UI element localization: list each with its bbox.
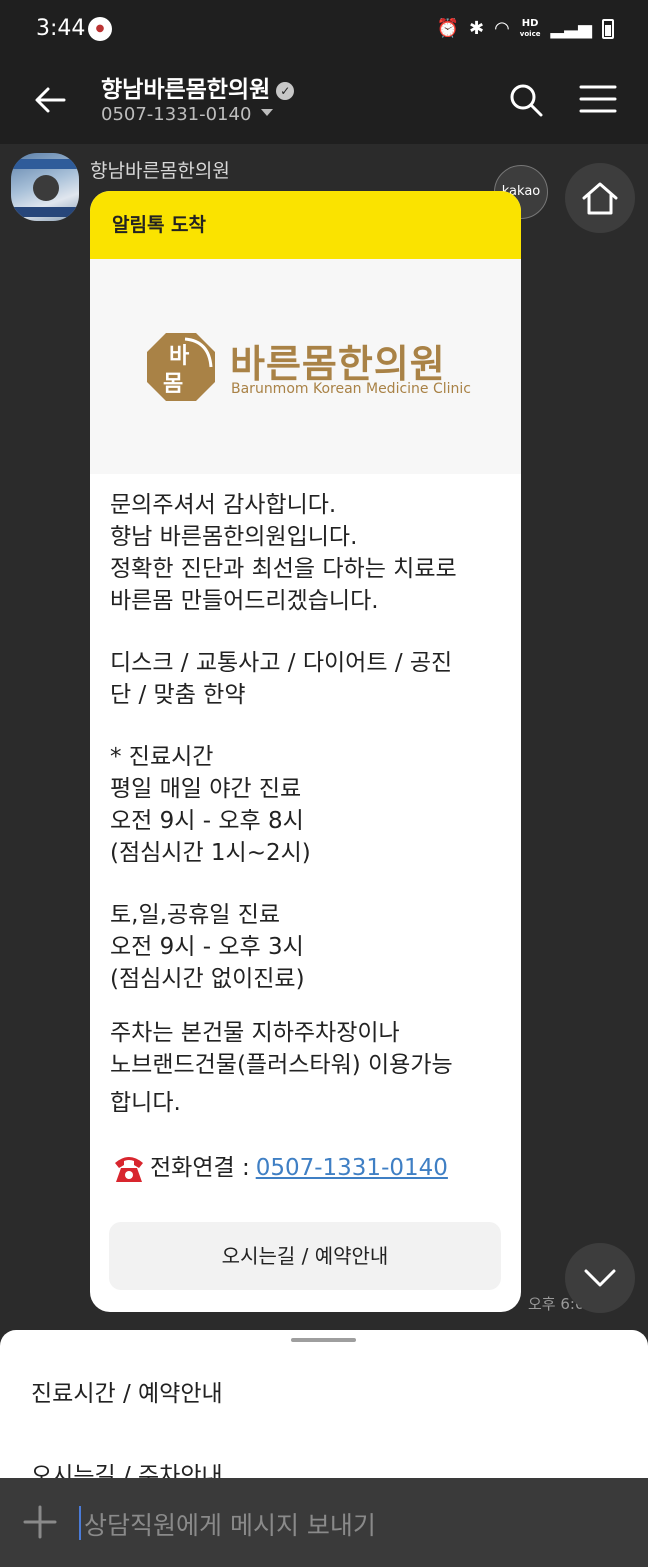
- message-line: 향남 바른몸한의원입니다.: [110, 524, 358, 550]
- alarm-icon: ⏰: [436, 18, 459, 39]
- phone-label: 전화연결 :: [150, 1155, 250, 1181]
- message-line: (점심시간 없이진료): [110, 966, 305, 992]
- phone-link-row: 전화연결 : 0507-1331-0140: [110, 1149, 505, 1187]
- directions-reservation-button[interactable]: 오시는길 / 예약안내: [109, 1222, 501, 1290]
- clinic-logo-icon: 바 몸: [147, 333, 215, 401]
- message-line: 합니다.: [110, 1090, 181, 1116]
- message-line: 노브랜드건물(플러스타워) 이용가능: [110, 1052, 453, 1078]
- svg-text:몸: 몸: [163, 372, 183, 397]
- back-arrow-icon[interactable]: [30, 80, 70, 120]
- chevron-down-icon: [584, 1269, 616, 1287]
- message-input-bar: 상담직원에게 메시지 보내기: [0, 1478, 648, 1567]
- message-line: (점심시간 1시~2시): [110, 840, 311, 866]
- card-message-body: 문의주셔서 감사합니다. 향남 바른몸한의원입니다. 정확한 진단과 최선을 다…: [110, 489, 505, 1187]
- status-icons: ⏰ ✱ ◠ HD voice ▂▃▅: [437, 18, 614, 39]
- message-line: 디스크 / 교통사고 / 다이어트 / 공진: [110, 650, 453, 676]
- chat-screen: 3:44 ● ⏰ ✱ ◠ HD voice ▂▃▅ 향남바른몸한의원 ✓ 0507-…: [0, 0, 648, 1567]
- message-line: 정확한 진단과 최선을 다하는 치료로: [110, 556, 457, 582]
- hamburger-menu-icon[interactable]: [579, 84, 617, 114]
- signal-icon: ▂▃▅: [550, 18, 592, 39]
- card-header: 알림톡 도착: [90, 191, 521, 259]
- message-line: 주차는 본건물 지하주차장이나: [110, 1020, 400, 1046]
- scroll-down-button[interactable]: [565, 1243, 635, 1313]
- sheet-drag-handle[interactable]: [291, 1338, 356, 1342]
- phone-number-link[interactable]: 0507-1331-0140: [256, 1152, 448, 1184]
- clinic-logo-banner: 바 몸 바른몸한의원 Barunmom Korean Medicine Clin…: [90, 259, 521, 474]
- chevron-down-icon: [261, 109, 274, 116]
- wifi-icon: ◠: [494, 18, 510, 39]
- chat-title: 향남바른몸한의원 ✓: [101, 70, 295, 104]
- battery-icon: [602, 18, 614, 39]
- chat-menu-sheet: 진료시간 / 예약안내 오시는길 / 주차안내: [0, 1330, 648, 1490]
- header-phone-dropdown[interactable]: 0507-1331-0140: [101, 104, 274, 125]
- text-cursor: [79, 1506, 81, 1540]
- message-line: * 진료시간: [110, 744, 214, 770]
- hd-voice-icon: HD voice: [519, 17, 541, 38]
- plus-icon[interactable]: [23, 1505, 57, 1539]
- verified-icon: ✓: [276, 82, 295, 100]
- status-bar: 3:44 ● ⏰ ✱ ◠ HD voice ▂▃▅: [0, 0, 648, 58]
- app-notification-icon: ●: [88, 17, 112, 41]
- menu-item-hours-reservation[interactable]: 진료시간 / 예약안내: [31, 1374, 223, 1408]
- svg-text:바: 바: [169, 344, 190, 369]
- search-icon[interactable]: [508, 82, 544, 118]
- message-line: 평일 매일 야간 진료: [110, 776, 302, 802]
- telephone-icon: [115, 1157, 143, 1182]
- message-line: 토,일,공휴일 진료: [110, 902, 281, 928]
- status-time: 3:44: [36, 16, 86, 41]
- message-line: 단 / 맞춤 한약: [110, 682, 246, 708]
- logo-subtitle: Barunmom Korean Medicine Clinic: [231, 381, 471, 397]
- bluetooth-icon: ✱: [468, 18, 485, 39]
- avatar[interactable]: [11, 153, 79, 221]
- message-line: 오전 9시 - 오후 3시: [110, 934, 304, 960]
- home-button[interactable]: [565, 163, 635, 233]
- message-line: 오전 9시 - 오후 8시: [110, 808, 304, 834]
- home-icon: [582, 182, 618, 215]
- logo-title: 바른몸한의원: [230, 342, 446, 386]
- alimtalk-message-card: 알림톡 도착 바 몸 바른몸한의원 Barunmom Korean Medici…: [90, 191, 521, 1312]
- chat-header: 향남바른몸한의원 ✓ 0507-1331-0140: [0, 58, 648, 144]
- message-input[interactable]: 상담직원에게 메시지 보내기: [84, 1506, 376, 1542]
- message-line: 문의주셔서 감사합니다.: [110, 492, 337, 518]
- sender-name: 향남바른몸한의원: [90, 160, 230, 182]
- message-line: 바른몸 만들어드리겠습니다.: [110, 588, 379, 614]
